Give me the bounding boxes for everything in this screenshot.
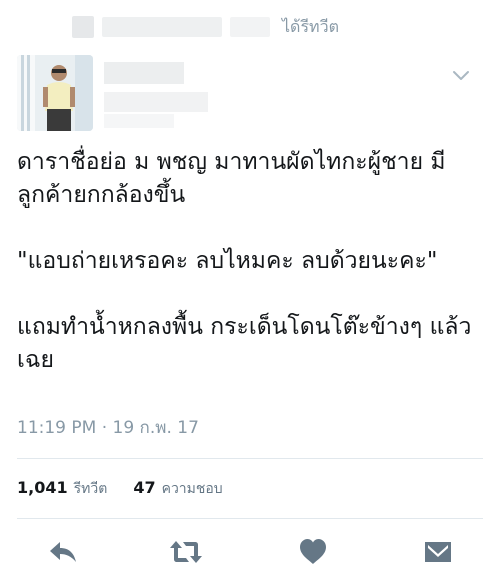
- divider-top: [17, 458, 483, 459]
- avatar[interactable]: [17, 55, 93, 131]
- like-button[interactable]: [295, 534, 331, 570]
- tweet-actions: [0, 534, 500, 574]
- divider-bottom: [17, 518, 483, 519]
- retweet-count-label[interactable]: รีทวีต: [74, 478, 108, 500]
- tweet-paragraph: แถมทำน้ำหกลงพื้น กระเด็นโดนโต๊ะข้างๆ แล้…: [17, 314, 472, 373]
- retweet-button[interactable]: [168, 534, 204, 570]
- retweeter-avatar-blur: [72, 16, 94, 38]
- user-handle-blur: [104, 92, 208, 112]
- heart-icon: [300, 539, 326, 564]
- like-count-label[interactable]: ความชอบ: [162, 478, 223, 500]
- user-name-blur: [104, 62, 184, 84]
- tweet-paragraph: "แอบถ่ายเหรอคะ ลบไหมคะ ลบด้วยนะคะ": [17, 248, 438, 274]
- chevron-down-icon: [453, 71, 469, 80]
- reply-button[interactable]: [45, 534, 81, 570]
- tweet-body: ดาราชื่อย่อ ม พชญ มาทานผัดไทกะผู้ชาย มีล…: [17, 146, 487, 377]
- user-handle-blur-2: [104, 114, 174, 128]
- retweet-context: ได้รีทวีต: [72, 14, 480, 40]
- more-options-button[interactable]: [450, 64, 472, 86]
- retweeter-name-blur: [102, 17, 222, 37]
- tweet-paragraph: ดาราชื่อย่อ ม พชญ มาทานผัดไทกะผู้ชาย มีล…: [17, 149, 446, 208]
- avatar-image: [17, 55, 93, 131]
- tweet-stats: 1,041 รีทวีต 47 ความชอบ: [17, 478, 223, 500]
- retweeter-name-blur-2: [230, 17, 270, 37]
- tweet-timestamp[interactable]: 11:19 PM · 19 ก.พ. 17: [17, 414, 199, 441]
- envelope-icon: [425, 542, 451, 562]
- retweet-icon: [170, 541, 202, 563]
- message-button[interactable]: [420, 534, 456, 570]
- retweet-label: ได้รีทวีต: [282, 16, 339, 36]
- like-count[interactable]: 47: [133, 478, 155, 497]
- retweet-count[interactable]: 1,041: [17, 478, 68, 497]
- reply-icon: [50, 542, 76, 562]
